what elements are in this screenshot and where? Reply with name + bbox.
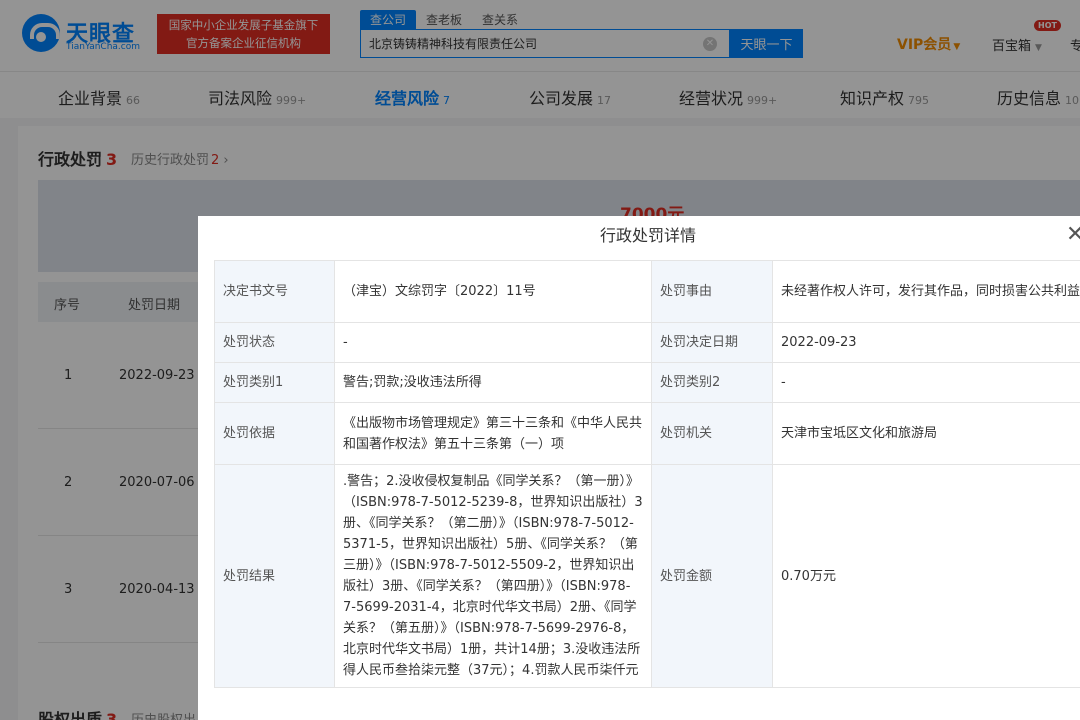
- detail-row: 处罚结果 .警告；2.没收侵权复制品《同学关系？（第一册）》（ISBN:978-…: [214, 464, 1080, 688]
- field-value: 警告;罚款;没收违法所得: [334, 362, 652, 403]
- field-value: 未经著作权人许可，发行其作品，同时损害公共利益: [772, 260, 1080, 323]
- field-label: 处罚决定日期: [651, 322, 773, 363]
- field-value: （津宝）文综罚字〔2022〕11号: [334, 260, 652, 323]
- modal-title: 行政处罚详情: [599, 226, 696, 245]
- field-label: 处罚机关: [651, 402, 773, 465]
- field-label: 处罚类别1: [214, 362, 335, 403]
- detail-row: 处罚状态 - 处罚决定日期 2022-09-23: [214, 322, 1080, 363]
- detail-row: 决定书文号 （津宝）文综罚字〔2022〕11号 处罚事由 未经著作权人许可，发行…: [214, 260, 1080, 323]
- detail-row: 处罚类别1 警告;罚款;没收违法所得 处罚类别2 -: [214, 362, 1080, 403]
- penalty-detail-table: 决定书文号 （津宝）文综罚字〔2022〕11号 处罚事由 未经著作权人许可，发行…: [214, 260, 1080, 688]
- field-value: 《出版物市场管理规定》第三十三条和《中华人民共和国著作权法》第五十三条第（一）项: [334, 402, 652, 465]
- detail-row: 处罚依据 《出版物市场管理规定》第三十三条和《中华人民共和国著作权法》第五十三条…: [214, 402, 1080, 465]
- field-label: 决定书文号: [214, 260, 335, 323]
- field-value: 0.70万元: [772, 464, 1080, 688]
- field-value: -: [772, 362, 1080, 403]
- field-label: 处罚金额: [651, 464, 773, 688]
- field-value: .警告；2.没收侵权复制品《同学关系？（第一册）》（ISBN:978-7-501…: [334, 464, 652, 688]
- field-label: 处罚事由: [651, 260, 773, 323]
- field-label: 处罚状态: [214, 322, 335, 363]
- field-label: 处罚结果: [214, 464, 335, 688]
- field-value: 2022-09-23: [772, 322, 1080, 363]
- field-value: 天津市宝坻区文化和旅游局: [772, 402, 1080, 465]
- field-value: -: [334, 322, 652, 363]
- field-label: 处罚依据: [214, 402, 335, 465]
- close-icon[interactable]: ✕: [1066, 224, 1080, 246]
- field-label: 处罚类别2: [651, 362, 773, 403]
- penalty-detail-modal: 行政处罚详情 ✕ 决定书文号 （津宝）文综罚字〔2022〕11号 处罚事由 未经…: [198, 216, 1080, 720]
